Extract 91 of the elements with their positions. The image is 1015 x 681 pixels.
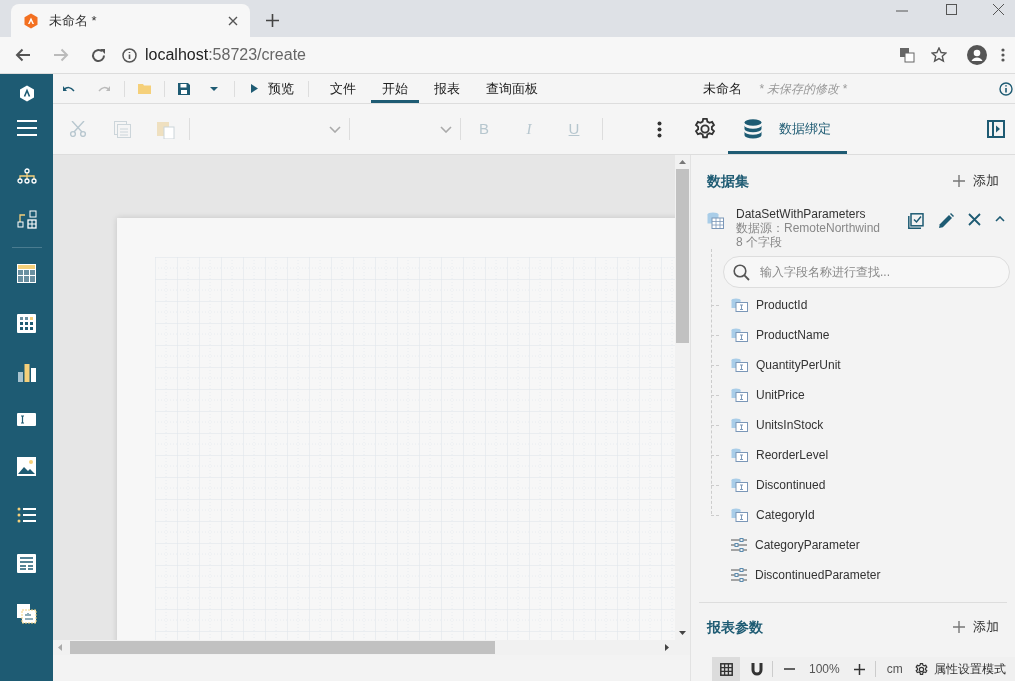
- field-name[interactable]: Discontinued: [756, 476, 826, 494]
- add-button[interactable]: 添加: [953, 171, 999, 191]
- delete-icon[interactable]: [968, 213, 981, 226]
- settings-icon[interactable]: [914, 662, 928, 676]
- field-icon: [731, 358, 748, 372]
- image-icon[interactable]: [17, 457, 36, 476]
- field-name[interactable]: UnitPrice: [756, 386, 805, 404]
- plus-icon: [953, 175, 965, 187]
- parameter-icon: [731, 538, 747, 552]
- parameter-icon: [731, 568, 747, 582]
- collapse-icon[interactable]: [995, 216, 1005, 222]
- field-icon: [731, 418, 748, 432]
- field-name[interactable]: ProductName: [756, 326, 830, 344]
- chevron-down-icon: [440, 125, 452, 133]
- close-icon[interactable]: [993, 4, 1004, 15]
- back-icon[interactable]: [15, 48, 31, 62]
- edit-icon[interactable]: [938, 213, 954, 229]
- search-field[interactable]: 输入字段名称进行查找...: [723, 256, 1010, 288]
- star-icon[interactable]: [931, 47, 947, 63]
- textbox-icon[interactable]: [17, 413, 36, 426]
- more-icon[interactable]: [657, 120, 662, 138]
- field-count: 8 个字段: [736, 235, 783, 249]
- checklist-icon[interactable]: [908, 213, 924, 229]
- database-icon: [744, 119, 762, 139]
- maximize-icon[interactable]: [946, 4, 957, 15]
- search-icon: [733, 264, 750, 281]
- dataset-icon: [707, 212, 724, 229]
- property-mode-label[interactable]: 属性设置模式: [933, 660, 1006, 678]
- play-icon: [251, 84, 258, 93]
- field-icon: [731, 478, 748, 492]
- table-icon[interactable]: [17, 264, 36, 283]
- caret-icon[interactable]: [210, 86, 218, 91]
- app-logo-icon: [23, 12, 39, 29]
- dataset-name[interactable]: DataSetWithParameters: [736, 207, 881, 221]
- info-icon: [122, 47, 137, 63]
- chevron-down-icon: [329, 125, 341, 133]
- browser-tab[interactable]: 未命名 *: [11, 4, 250, 37]
- unsaved-changes-label: * 未保存的修改 *: [759, 80, 847, 98]
- field-icon: [731, 298, 748, 312]
- bar-chart-icon[interactable]: [17, 364, 36, 382]
- list-icon[interactable]: [17, 507, 36, 523]
- logo-icon[interactable]: [18, 85, 35, 102]
- parameter-name[interactable]: CategoryParameter: [755, 536, 860, 554]
- menu-tab[interactable]: 查询面板: [475, 74, 549, 103]
- settings-icon: [694, 118, 716, 140]
- form-icon[interactable]: [17, 554, 36, 573]
- field-name[interactable]: QuantityPerUnit: [756, 356, 841, 374]
- field-icon: [731, 448, 748, 462]
- menu-icon[interactable]: [1001, 48, 1005, 62]
- field-icon: [731, 508, 748, 522]
- layout-icon[interactable]: [16, 210, 37, 230]
- field-name[interactable]: CategoryId: [756, 506, 815, 524]
- tab-title: 未命名 *: [49, 11, 98, 30]
- field-name[interactable]: ReorderLevel: [756, 446, 829, 464]
- section-title: 报表参数: [707, 617, 763, 637]
- zoom-in-icon[interactable]: [853, 663, 865, 675]
- field-icon: [731, 388, 748, 402]
- field-icon: [731, 328, 748, 342]
- field-name[interactable]: UnitsInStock: [756, 416, 824, 434]
- scrollbar-thumb[interactable]: [70, 641, 495, 654]
- plus-icon: [953, 621, 965, 633]
- undo-icon[interactable]: [63, 84, 75, 93]
- scrollbar-thumb[interactable]: [676, 169, 689, 343]
- scroll-up-icon[interactable]: [679, 160, 686, 164]
- subreport-icon[interactable]: [16, 604, 37, 624]
- unit-label[interactable]: cm: [886, 660, 903, 678]
- grid-toggle-button[interactable]: [712, 657, 740, 681]
- preview-button[interactable]: 预览: [245, 75, 300, 102]
- section-title: 数据集: [707, 171, 749, 191]
- save-icon[interactable]: [178, 82, 190, 95]
- add-button[interactable]: 添加: [953, 617, 999, 637]
- info-icon[interactable]: [999, 81, 1013, 96]
- hierarchy-icon[interactable]: [16, 168, 37, 184]
- reload-icon[interactable]: [91, 47, 106, 63]
- new-tab-icon[interactable]: [266, 14, 279, 27]
- dataset-source: 数据源：RemoteNorthwind: [736, 221, 881, 235]
- menu-icon[interactable]: [16, 120, 37, 136]
- field-name[interactable]: ProductId: [756, 296, 808, 314]
- close-icon[interactable]: [228, 15, 238, 26]
- magnet-icon[interactable]: [751, 662, 763, 676]
- zoom-level: 100%: [809, 661, 840, 678]
- menu-tab[interactable]: 文件: [319, 74, 367, 103]
- document-name: 未命名: [703, 79, 742, 98]
- matrix-icon[interactable]: [17, 314, 36, 333]
- grid-icon: [719, 662, 733, 676]
- parameter-name[interactable]: DiscontinuedParameter: [755, 566, 881, 584]
- menu-tab[interactable]: 报表: [423, 74, 471, 103]
- scroll-down-icon[interactable]: [679, 631, 686, 635]
- profile-icon[interactable]: [967, 45, 987, 65]
- panel-toggle-icon[interactable]: [987, 120, 1005, 138]
- scroll-right-icon[interactable]: [665, 644, 669, 651]
